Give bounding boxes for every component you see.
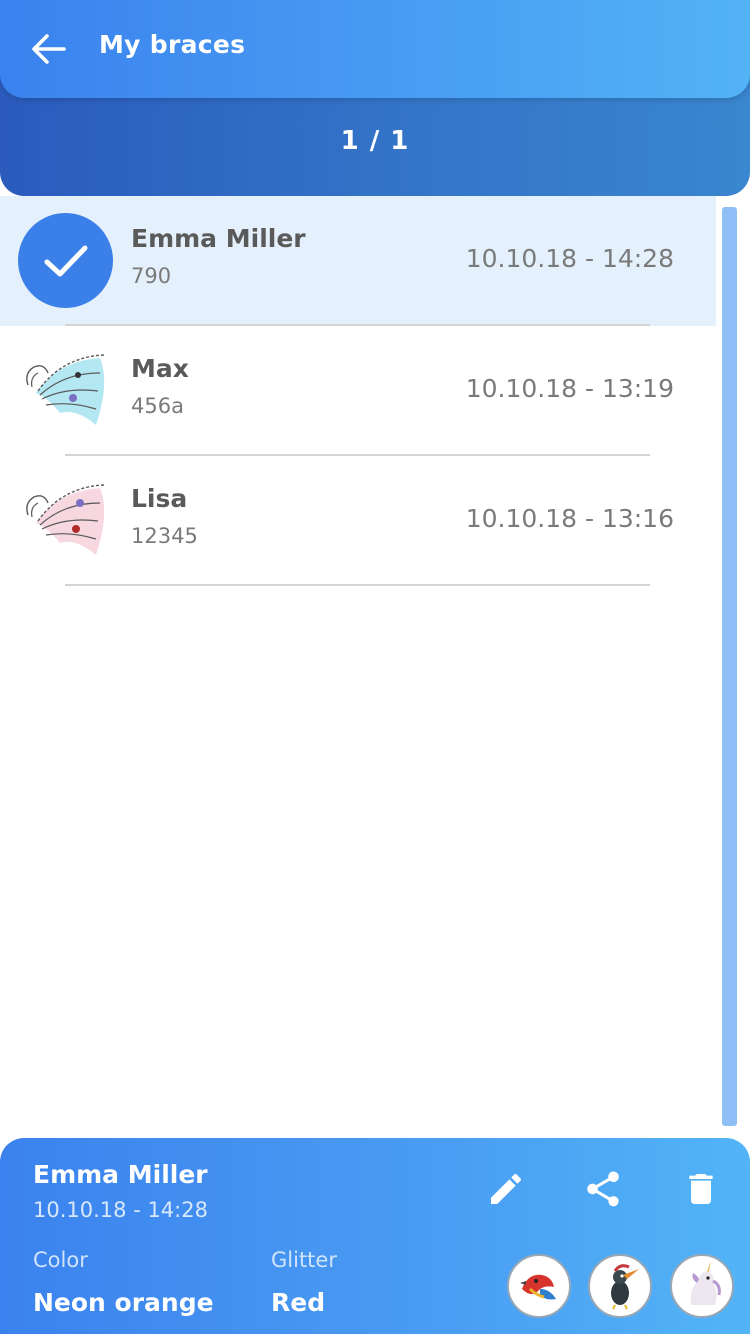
glitter-label: Glitter [271, 1248, 337, 1272]
item-datetime: 10.10.18 - 14:28 [465, 244, 674, 273]
detail-panel: Emma Miller 10.10.18 - 14:28 Color Neon … [0, 1138, 750, 1334]
back-button[interactable] [22, 24, 76, 74]
item-code: 12345 [131, 524, 198, 548]
delete-button[interactable] [676, 1164, 726, 1214]
parrot-icon [520, 1274, 556, 1300]
list-item[interactable]: Max 456a 10.10.18 - 13:19 [0, 326, 716, 456]
color-label: Color [33, 1248, 88, 1272]
bird-sticker[interactable] [588, 1254, 652, 1318]
brace-thumbnail-icon [26, 484, 105, 555]
trash-icon [689, 1174, 713, 1204]
edit-button[interactable] [481, 1164, 531, 1214]
bird-icon [611, 1264, 639, 1310]
color-value: Neon orange [33, 1288, 214, 1317]
item-name: Emma Miller [131, 224, 306, 253]
selected-check [18, 213, 113, 308]
detail-name: Emma Miller [33, 1160, 208, 1189]
brace-thumbnail [18, 473, 113, 568]
share-icon [587, 1171, 619, 1207]
edit-icon [491, 1173, 521, 1204]
scrollbar[interactable] [722, 207, 737, 1126]
parrot-sticker[interactable] [507, 1254, 571, 1318]
item-datetime: 10.10.18 - 13:19 [465, 374, 674, 403]
item-code: 790 [131, 264, 172, 288]
glitter-value: Red [271, 1288, 326, 1317]
share-button[interactable] [578, 1164, 628, 1214]
item-name: Max [131, 354, 189, 383]
page-title: My braces [99, 30, 246, 59]
item-datetime: 10.10.18 - 13:16 [465, 504, 674, 533]
brace-thumbnail-icon [26, 354, 105, 425]
brace-thumbnail [18, 343, 113, 438]
item-name: Lisa [131, 484, 188, 513]
arrow-left-icon [32, 34, 66, 64]
unicorn-icon [690, 1261, 721, 1305]
divider [65, 584, 650, 586]
list-item[interactable]: Lisa 12345 10.10.18 - 13:16 [0, 456, 716, 586]
check-icon [44, 245, 87, 276]
list-item[interactable]: Emma Miller 790 10.10.18 - 14:28 [0, 196, 716, 326]
detail-datetime: 10.10.18 - 14:28 [33, 1198, 208, 1222]
pager-label: 1 / 1 [340, 126, 410, 156]
unicorn-sticker[interactable] [670, 1254, 734, 1318]
app-bar: My braces [0, 0, 750, 98]
item-code: 456a [131, 394, 184, 418]
